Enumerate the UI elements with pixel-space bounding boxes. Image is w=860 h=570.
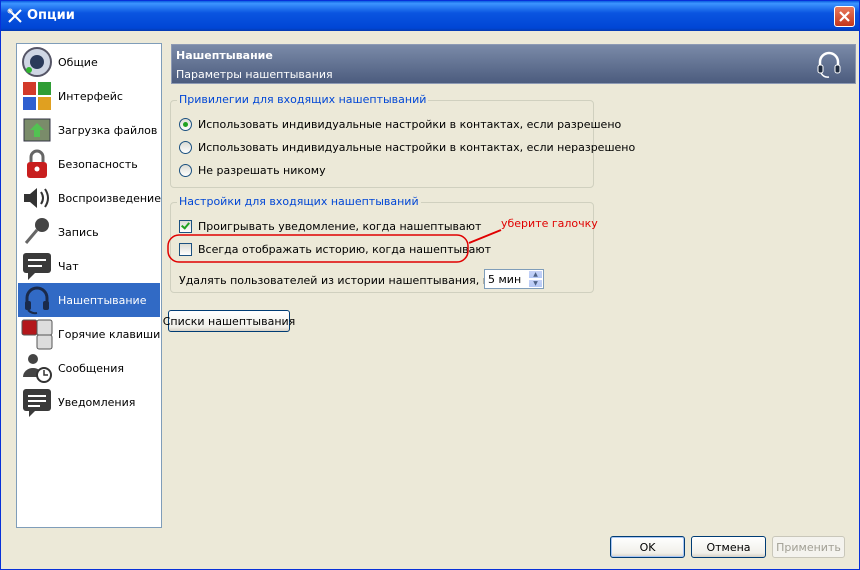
ok-button[interactable]: OK [610,536,685,558]
apply-button[interactable]: Применить [772,536,845,558]
tools-icon [7,8,22,23]
button-label: Списки нашептывания [162,314,296,328]
button-label: OK [639,540,656,554]
cancel-button[interactable]: Отмена [691,536,766,558]
close-icon [839,11,850,22]
title-bar[interactable]: Опции [1,1,859,31]
options-window: Опции Общие Интерфейс Загрузка файлов Бе… [0,0,860,570]
annotation-overlay [167,229,502,263]
whisper-lists-button[interactable]: Списки нашептывания [163,310,295,332]
annotation-highlight [167,234,469,263]
button-label: Применить [776,540,841,554]
close-button[interactable] [834,6,855,27]
button-label: Отмена [706,540,751,554]
window-title: Опции [27,8,75,23]
annotation-pointer [468,229,502,244]
dialog-client: Общие Интерфейс Загрузка файлов Безопасн… [4,31,856,567]
